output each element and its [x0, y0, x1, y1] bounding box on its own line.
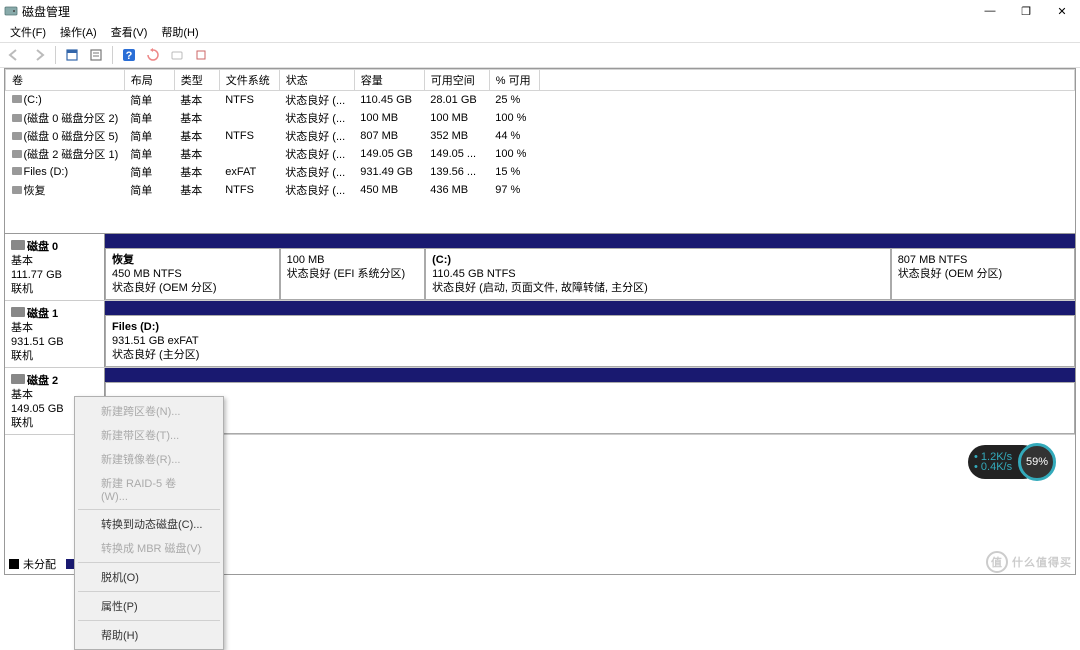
header-volume[interactable]: 卷: [6, 70, 125, 91]
settings-button[interactable]: [190, 44, 212, 66]
volume-list: 卷 布局 类型 文件系统 状态 容量 可用空间 % 可用 (C:)简单基本NTF…: [5, 69, 1075, 234]
help-button[interactable]: ?: [118, 44, 140, 66]
disk-row: 磁盘 0基本111.77 GB联机恢复450 MB NTFS状态良好 (OEM …: [5, 234, 1075, 301]
partition[interactable]: [105, 382, 1075, 434]
disk-icon: [11, 240, 25, 250]
show-hide-button[interactable]: [85, 44, 107, 66]
volume-icon: [12, 95, 22, 103]
menu-view[interactable]: 查看(V): [105, 22, 154, 42]
partition[interactable]: 恢复450 MB NTFS状态良好 (OEM 分区): [105, 248, 280, 300]
header-free[interactable]: 可用空间: [424, 70, 489, 91]
menu-help[interactable]: 帮助(H): [77, 623, 221, 647]
header-capacity[interactable]: 容量: [354, 70, 424, 91]
menu-properties[interactable]: 属性(P): [77, 594, 221, 618]
volume-icon: [12, 186, 22, 194]
menu-action[interactable]: 操作(A): [54, 22, 103, 42]
header-type[interactable]: 类型: [174, 70, 219, 91]
legend-unalloc-swatch: [9, 559, 19, 569]
context-separator: [78, 562, 220, 563]
volume-table[interactable]: 卷 布局 类型 文件系统 状态 容量 可用空间 % 可用 (C:)简单基本NTF…: [5, 69, 1075, 199]
context-separator: [78, 620, 220, 621]
header-fs[interactable]: 文件系统: [219, 70, 279, 91]
menu-convert-mbr: 转换成 MBR 磁盘(V): [77, 536, 221, 560]
window-controls: — ❐ ✕: [972, 0, 1080, 22]
menu-new-raid5-volume: 新建 RAID-5 卷(W)...: [77, 471, 221, 507]
volume-icon: [12, 150, 22, 158]
volume-row[interactable]: (C:)简单基本NTFS状态良好 (...110.45 GB28.01 GB25…: [6, 91, 1075, 110]
app-title: 磁盘管理: [22, 3, 70, 20]
volume-row[interactable]: (磁盘 0 磁盘分区 2)简单基本状态良好 (...100 MB100 MB10…: [6, 109, 1075, 127]
close-button[interactable]: ✕: [1044, 0, 1080, 22]
volume-row[interactable]: 恢复简单基本NTFS状态良好 (...450 MB436 MB97 %: [6, 181, 1075, 199]
watermark-text: 什么值得买: [1012, 554, 1072, 570]
disk-icon: [11, 374, 25, 384]
svg-text:?: ?: [126, 50, 133, 62]
table-header-row: 卷 布局 类型 文件系统 状态 容量 可用空间 % 可用: [6, 70, 1075, 91]
context-menu: 新建跨区卷(N)... 新建带区卷(T)... 新建镜像卷(R)... 新建 R…: [74, 396, 224, 650]
net-pct: 59%: [1018, 443, 1056, 481]
header-pct[interactable]: % 可用: [489, 70, 539, 91]
partition[interactable]: 100 MB状态良好 (EFI 系统分区): [280, 248, 426, 300]
partition[interactable]: (C:)110.45 GB NTFS状态良好 (启动, 页面文件, 故障转储, …: [425, 248, 891, 300]
net-down: 0.4K/s: [981, 461, 1012, 473]
watermark: 值 什么值得买: [986, 551, 1072, 573]
header-status[interactable]: 状态: [279, 70, 354, 91]
disk-header[interactable]: 磁盘 0基本111.77 GB联机: [5, 234, 105, 300]
forward-button[interactable]: [28, 44, 50, 66]
toolbar-separator: [112, 46, 113, 64]
disk-partitions: Files (D:)931.51 GB exFAT状态良好 (主分区): [105, 301, 1075, 367]
properties-button[interactable]: [61, 44, 83, 66]
toolbar-separator: [55, 46, 56, 64]
refresh-button[interactable]: [142, 44, 164, 66]
context-separator: [78, 509, 220, 510]
header-spacer: [539, 70, 1074, 91]
menubar: 文件(F) 操作(A) 查看(V) 帮助(H): [0, 22, 1080, 42]
disk-row: 磁盘 1基本931.51 GB联机Files (D:)931.51 GB exF…: [5, 301, 1075, 368]
volume-row[interactable]: (磁盘 2 磁盘分区 1)简单基本状态良好 (...149.05 GB149.0…: [6, 145, 1075, 163]
partition[interactable]: 807 MB NTFS状态良好 (OEM 分区): [891, 248, 1075, 300]
maximize-button[interactable]: ❐: [1008, 0, 1044, 22]
disk-icon: [11, 307, 25, 317]
menu-help[interactable]: 帮助(H): [155, 22, 204, 42]
watermark-icon: 值: [986, 551, 1008, 573]
minimize-button[interactable]: —: [972, 0, 1008, 22]
context-separator: [78, 591, 220, 592]
menu-new-mirrored-volume: 新建镜像卷(R)...: [77, 447, 221, 471]
rescan-button[interactable]: [166, 44, 188, 66]
menu-new-spanned-volume: 新建跨区卷(N)...: [77, 399, 221, 423]
volume-row[interactable]: (磁盘 0 磁盘分区 5)简单基本NTFS状态良好 (...807 MB352 …: [6, 127, 1075, 145]
header-layout[interactable]: 布局: [124, 70, 174, 91]
volume-icon: [12, 114, 22, 122]
titlebar: 磁盘管理: [0, 0, 1080, 22]
partition[interactable]: Files (D:)931.51 GB exFAT状态良好 (主分区): [105, 315, 1075, 367]
volume-icon: [12, 132, 22, 140]
volume-icon: [12, 167, 22, 175]
volume-row[interactable]: Files (D:)简单基本exFAT状态良好 (...931.49 GB139…: [6, 163, 1075, 181]
disk-partitions: [105, 368, 1075, 434]
menu-convert-dynamic[interactable]: 转换到动态磁盘(C)...: [77, 512, 221, 536]
menu-file[interactable]: 文件(F): [4, 22, 52, 42]
back-button[interactable]: [4, 44, 26, 66]
disk-header[interactable]: 磁盘 1基本931.51 GB联机: [5, 301, 105, 367]
menu-new-striped-volume: 新建带区卷(T)...: [77, 423, 221, 447]
disk-partitions: 恢复450 MB NTFS状态良好 (OEM 分区)100 MB状态良好 (EF…: [105, 234, 1075, 300]
toolbar: ?: [0, 42, 1080, 68]
disk-mgmt-icon: [4, 4, 18, 18]
legend-unalloc-label: 未分配: [23, 556, 56, 572]
menu-offline[interactable]: 脱机(O): [77, 565, 221, 589]
network-widget[interactable]: • 1.2K/s • 0.4K/s 59%: [968, 445, 1040, 479]
